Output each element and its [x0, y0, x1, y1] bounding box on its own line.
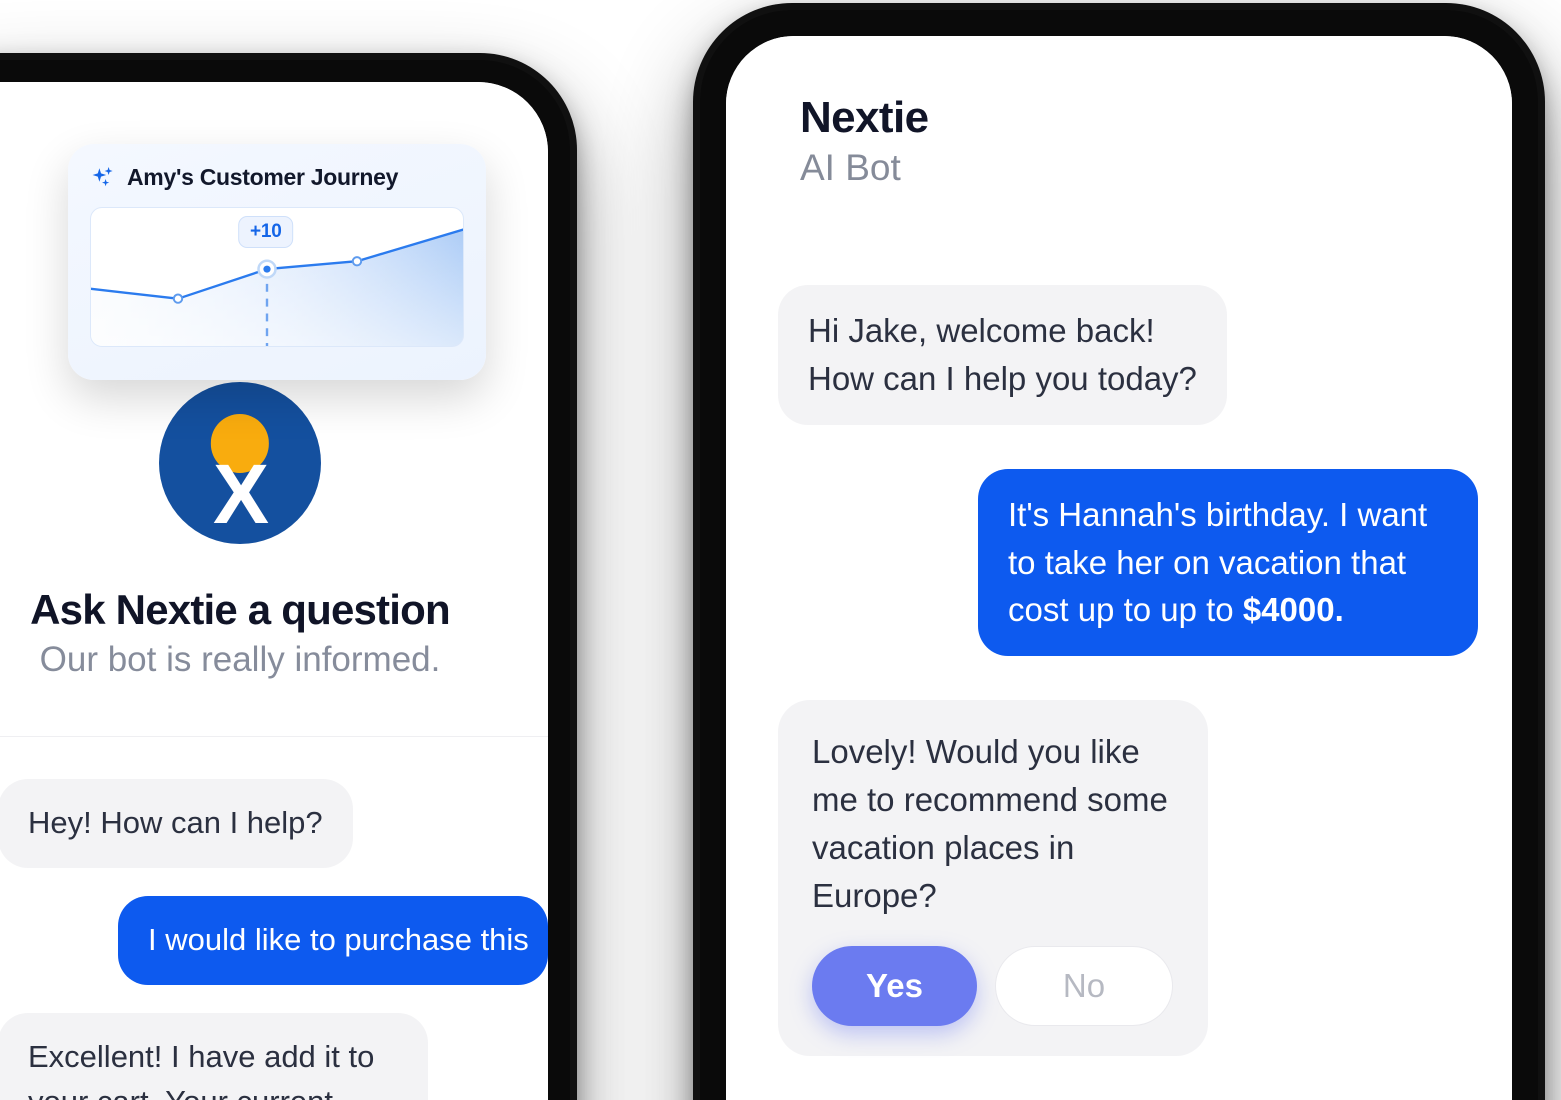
logo-x-icon: X	[212, 446, 269, 541]
chart-point-highlight	[263, 265, 271, 273]
screenshot-stage: X Ask Nextie a question Our bot is reall…	[0, 0, 1561, 1100]
chat-header-meta: Nextie AI Bot	[800, 93, 929, 189]
message-text: It's Hannah's birthday. I want to take h…	[1008, 495, 1428, 629]
chart-tooltip: +10	[238, 216, 294, 248]
front-message-thread: X Hi Jake, welcome back! How can I help …	[726, 235, 1512, 1100]
customer-journey-title: Amy's Customer Journey	[127, 164, 399, 190]
back-message-thread: X Hey! How can I help? I would like to p…	[0, 737, 548, 1100]
message-row-user: It's Hannah's birthday. I want to take h…	[760, 468, 1478, 657]
chat-header: X Nextie AI Bot	[726, 36, 1512, 235]
front-phone-screen: X Nextie AI Bot X Hi Jake, welcome back!…	[726, 36, 1512, 1100]
avatar-x-icon: X	[752, 1052, 769, 1083]
message-bubble-user: It's Hannah's birthday. I want to take h…	[978, 468, 1478, 657]
choice-button-group: Yes No	[812, 945, 1174, 1026]
page-subtitle: Our bot is really informed.	[39, 640, 441, 679]
customer-journey-header: Amy's Customer Journey	[90, 164, 464, 191]
front-phone-app: X Nextie AI Bot X Hi Jake, welcome back!…	[726, 36, 1512, 1100]
message-bubble-bot: Excellent! I have add it to your cart. Y…	[0, 1012, 428, 1100]
message-line: How can I help you today?	[808, 359, 1197, 397]
message-bubble-bot: Hi Jake, welcome back! How can I help yo…	[778, 285, 1227, 425]
front-phone-frame: X Nextie AI Bot X Hi Jake, welcome back!…	[700, 10, 1538, 1100]
chart-point	[351, 256, 363, 267]
message-row-bot: X Hi Jake, welcome back! How can I help …	[752, 285, 1478, 450]
nextie-logo-icon: X	[159, 382, 321, 544]
message-text: Excellent! I have add it to your cart. Y…	[28, 1038, 375, 1100]
avatar-x-icon: X	[752, 421, 769, 452]
choice-no-button[interactable]: No	[995, 945, 1173, 1026]
avatar-x-icon: X	[749, 136, 784, 196]
message-line: Hi Jake, welcome back!	[808, 312, 1155, 350]
bot-name: Nextie	[800, 93, 929, 142]
message-amount: $4000.	[1242, 591, 1344, 629]
message-row-bot-choices: X Lovely! Would you like me to recommend…	[752, 700, 1478, 1081]
choice-question-text: Lovely! Would you like me to recommend s…	[812, 733, 1168, 914]
message-bubble-user: I would like to purchase this	[118, 895, 548, 985]
customer-journey-card: Amy's Customer Journey +10	[68, 144, 486, 380]
message-bubble-bot-with-choices: Lovely! Would you like me to recommend s…	[778, 700, 1208, 1056]
choice-yes-button[interactable]: Yes	[812, 945, 977, 1026]
chart-point	[172, 293, 184, 304]
message-row-bot: X Excellent! I have add it to your cart.…	[0, 1012, 548, 1100]
message-row-bot: X Hey! How can I help?	[0, 779, 548, 868]
message-row-user: I would like to purchase this	[0, 895, 548, 985]
bot-role: AI Bot	[800, 147, 901, 189]
page-title: Ask Nextie a question	[30, 586, 450, 633]
message-bubble-bot: Hey! How can I help?	[0, 779, 353, 868]
customer-journey-chart: +10	[90, 207, 464, 347]
sparkle-icon	[92, 166, 113, 186]
